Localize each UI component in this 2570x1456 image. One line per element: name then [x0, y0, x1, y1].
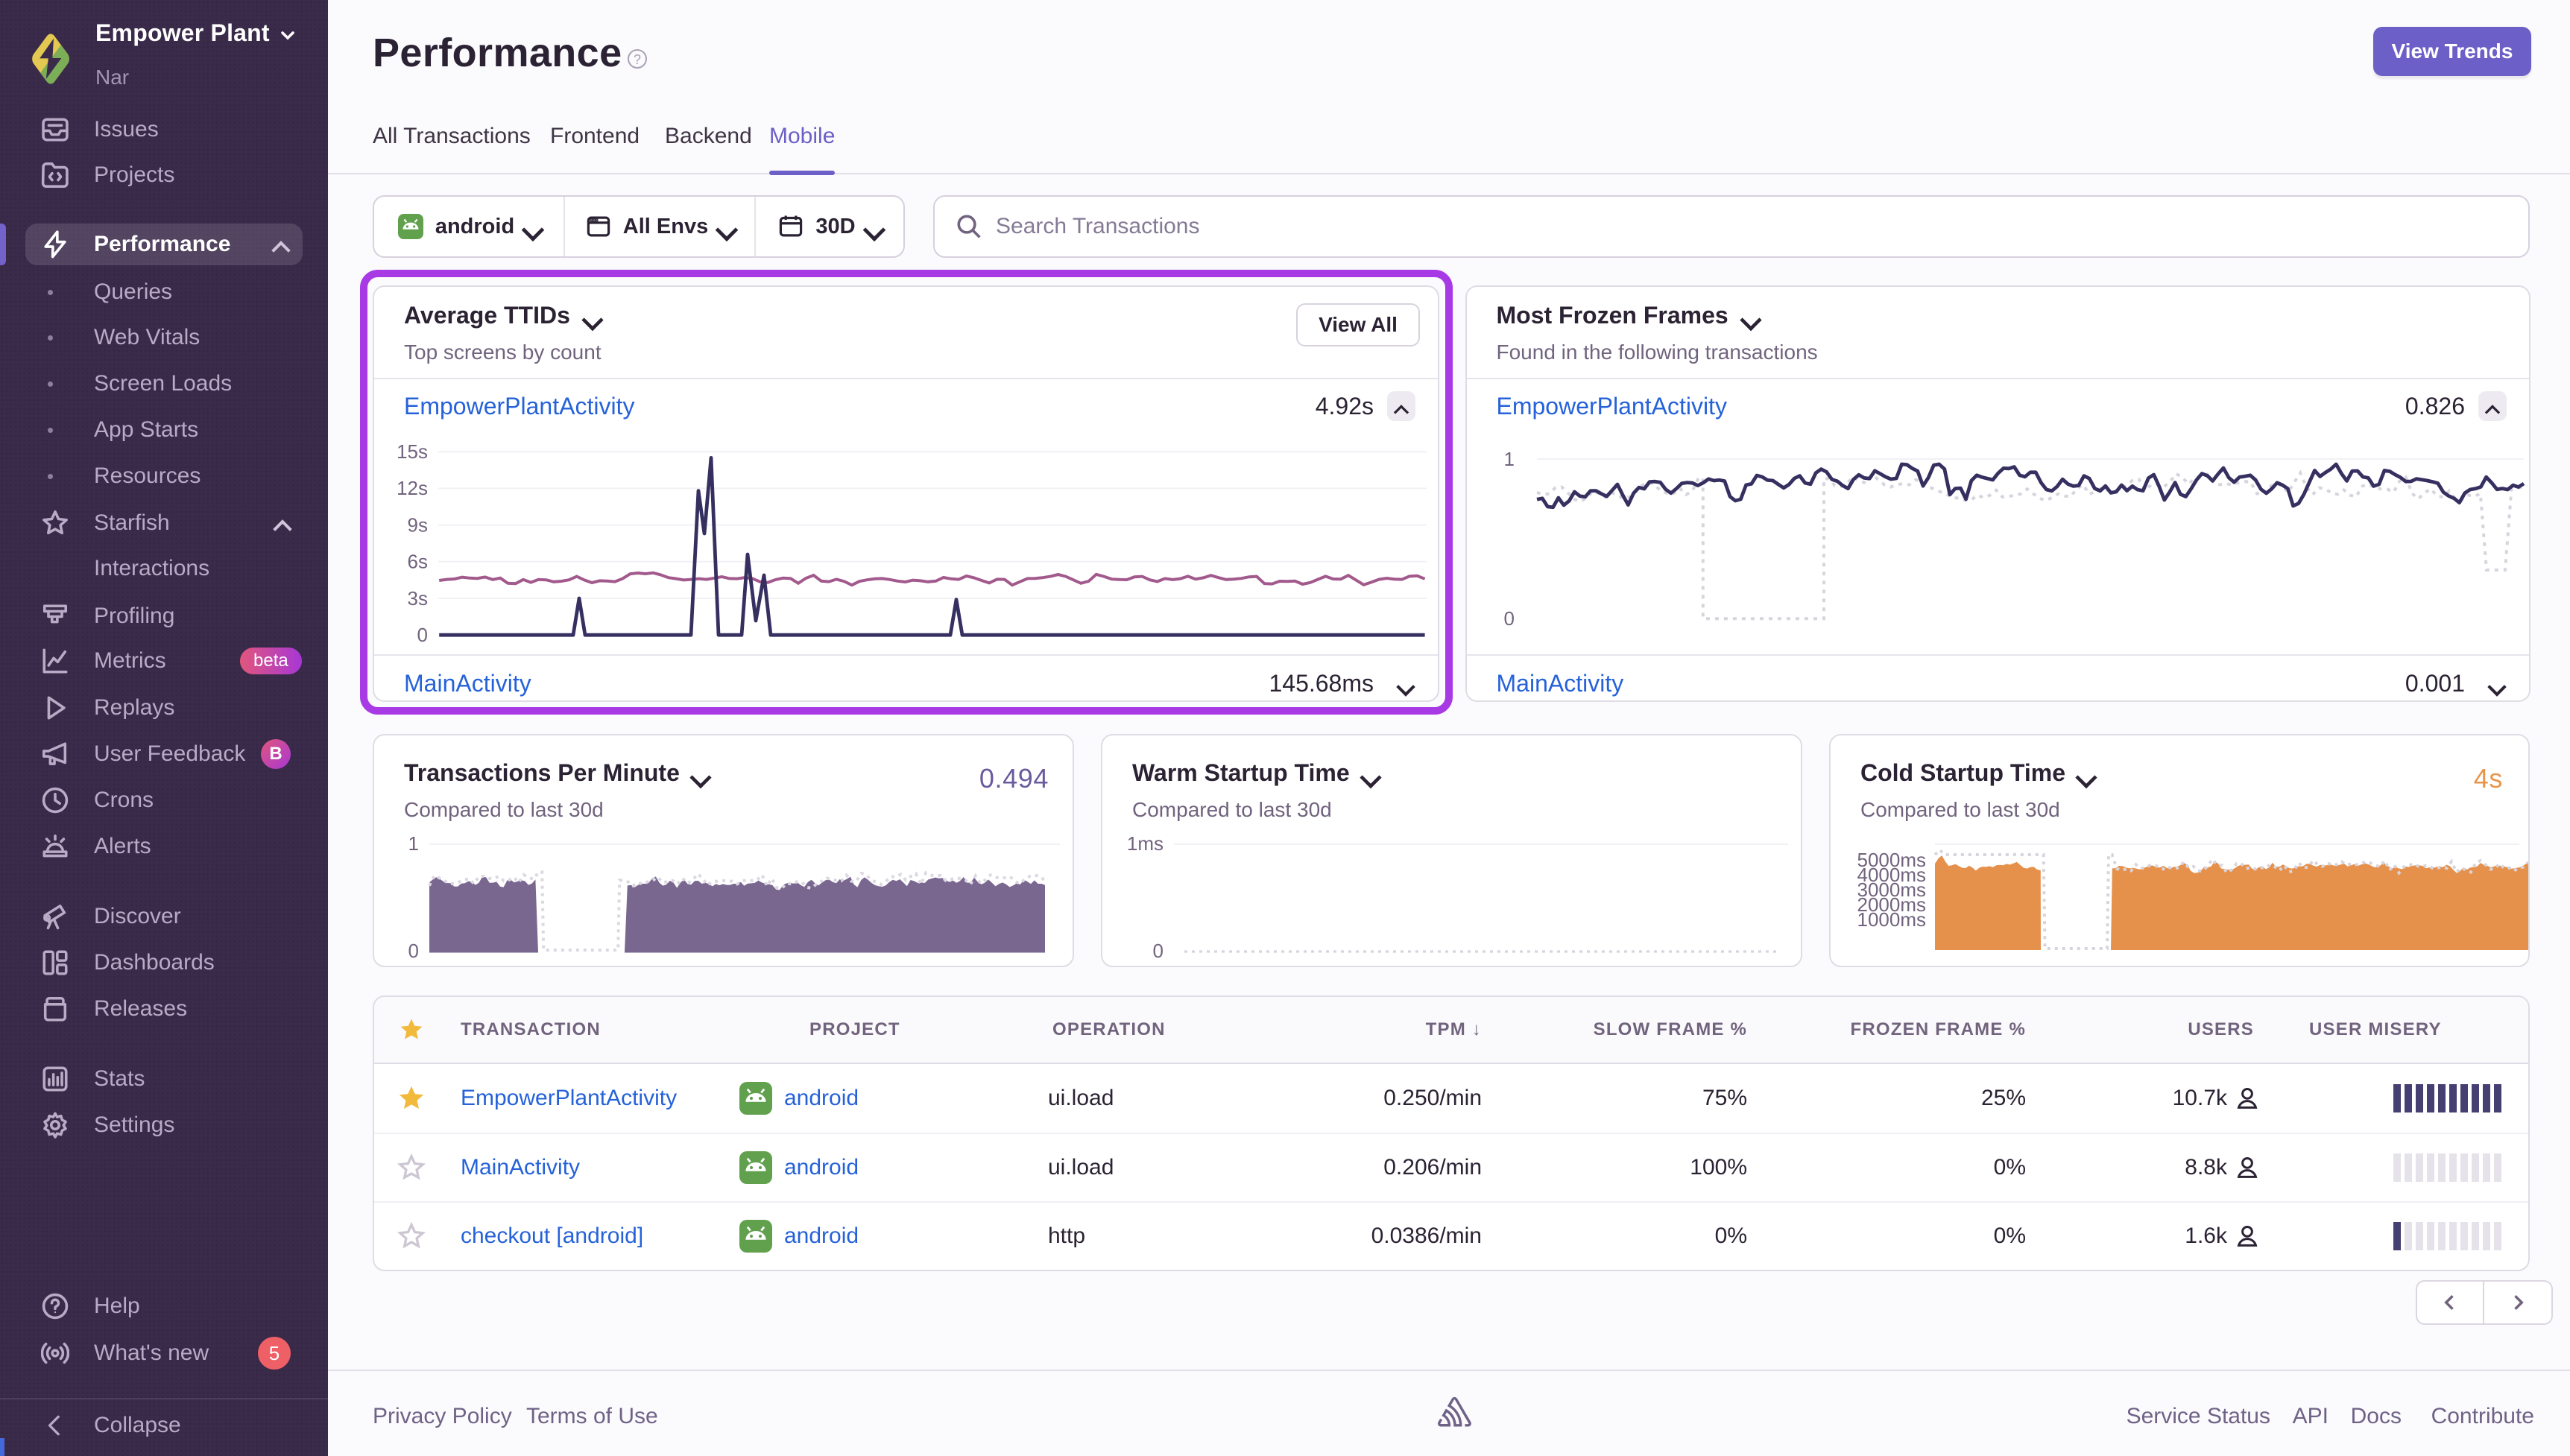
svg-text:1: 1: [1503, 448, 1514, 470]
svg-text:12s: 12s: [397, 477, 428, 499]
svg-text:3s: 3s: [408, 587, 428, 610]
svg-text:0: 0: [1153, 940, 1164, 962]
svg-text:0: 0: [1503, 607, 1514, 630]
svg-text:1: 1: [408, 832, 419, 855]
svg-text:1000ms: 1000ms: [1857, 908, 1927, 931]
svg-text:0: 0: [417, 624, 428, 646]
svg-text:15s: 15s: [397, 440, 428, 463]
svg-text:9s: 9s: [408, 513, 428, 536]
svg-text:1ms: 1ms: [1127, 832, 1164, 855]
svg-text:0: 0: [408, 940, 419, 962]
svg-text:6s: 6s: [408, 551, 428, 573]
